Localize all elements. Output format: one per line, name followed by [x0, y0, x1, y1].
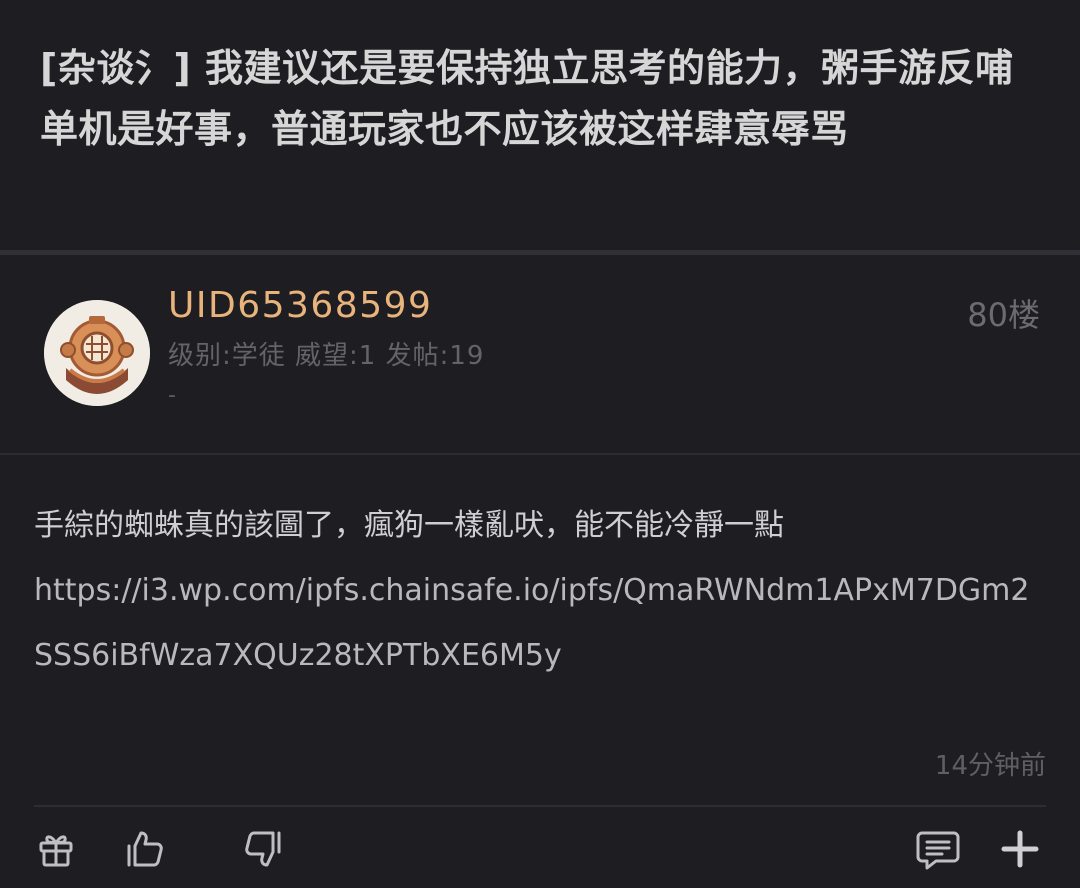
- like-button[interactable]: [120, 825, 168, 873]
- reply-button[interactable]: [914, 825, 962, 873]
- plus-icon: [1001, 830, 1039, 868]
- post-divider: [0, 453, 1080, 455]
- comment-icon: [916, 831, 960, 870]
- post-content: 手綜的蜘蛛真的該圖了，瘋狗一樣亂吠，能不能冷靜一點 https://i3.wp.…: [34, 493, 1044, 688]
- more-button[interactable]: [996, 825, 1044, 873]
- post-author-header: UID65368599 级别:学徒 威望:1 发帖:19 - 80楼: [0, 255, 1080, 453]
- floor-number: 80楼: [967, 296, 1040, 334]
- author-stats: 级别:学徒 威望:1 发帖:19: [168, 341, 485, 371]
- avatar[interactable]: [44, 300, 150, 406]
- post-link[interactable]: https://i3.wp.com/ipfs.chainsafe.io/ipfs…: [34, 558, 1044, 688]
- post-action-bar: [0, 807, 1080, 888]
- thumbs-up-icon: [127, 831, 163, 867]
- gift-button[interactable]: [32, 825, 80, 873]
- thread-title: [杂谈氵] 我建议还是要保持独立思考的能力，粥手游反哺单机是好事，普通玩家也不应…: [40, 46, 1014, 151]
- post-timestamp: 14分钟前: [934, 751, 1046, 781]
- gift-icon: [39, 835, 73, 867]
- thread-header: [杂谈氵] 我建议还是要保持独立思考的能力，粥手游反哺单机是好事，普通玩家也不应…: [0, 0, 1080, 250]
- thumbs-down-icon: [245, 831, 281, 867]
- author-signature: -: [168, 383, 176, 408]
- dislike-button[interactable]: [240, 825, 288, 873]
- author-username[interactable]: UID65368599: [168, 285, 432, 326]
- post-detail-page: [杂谈氵] 我建议还是要保持独立思考的能力，粥手游反哺单机是好事，普通玩家也不应…: [0, 0, 1080, 888]
- post-text: 手綜的蜘蛛真的該圖了，瘋狗一樣亂吠，能不能冷靜一點: [34, 508, 784, 543]
- diving-helmet-icon: [44, 300, 150, 406]
